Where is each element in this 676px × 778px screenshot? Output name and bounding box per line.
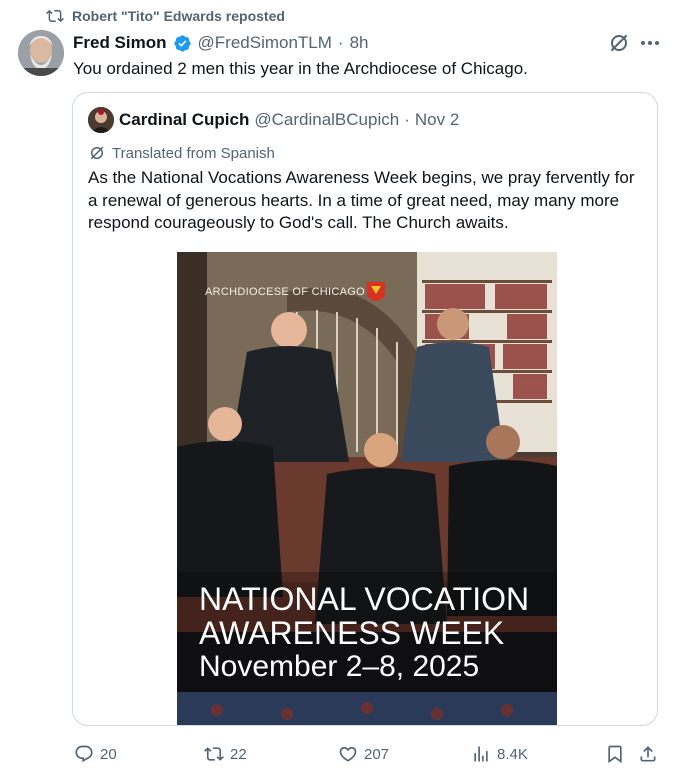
repost-count: 22	[230, 745, 247, 763]
quoted-tweet-card[interactable]: Cardinal Cupich @CardinalBCupich · Nov 2…	[72, 92, 658, 726]
header-separator: ·	[337, 33, 344, 52]
author-name[interactable]: Fred Simon	[73, 33, 167, 53]
tweet-text: You ordained 2 men this year in the Arch…	[73, 59, 528, 78]
repost-icon	[46, 9, 64, 23]
views-button[interactable]: 8.4K	[471, 736, 528, 772]
repost-indicator[interactable]: Robert "Tito" Edwards reposted	[46, 6, 285, 26]
grok-icon	[611, 35, 627, 51]
repost-button[interactable]: 22	[204, 736, 247, 772]
translated-indicator[interactable]: Translated from Spanish	[88, 143, 275, 163]
poster-dates: November 2–8, 2025	[199, 650, 480, 683]
repost-label: Robert "Tito" Edwards reposted	[72, 8, 285, 24]
bookmark-icon	[608, 745, 622, 764]
heart-icon	[339, 746, 357, 762]
action-bar: 20 22 207 8.4K	[0, 736, 676, 772]
quote-media-image[interactable]: ARCHDIOCESE OF CHICAGO NATIONAL VOCATION…	[177, 252, 557, 725]
like-button[interactable]: 207	[338, 736, 389, 772]
author-handle[interactable]: @FredSimonTLM	[198, 33, 332, 53]
poster-title-line2: AWARENESS WEEK	[199, 615, 505, 651]
quote-header: Cardinal Cupich @CardinalBCupich · Nov 2	[119, 110, 459, 130]
repost-icon	[204, 747, 224, 761]
avatar-image	[18, 30, 64, 76]
like-count: 207	[364, 745, 390, 763]
quote-author-handle[interactable]: @CardinalBCupich	[254, 110, 399, 130]
quote-text: As the National Vocations Awareness Week…	[88, 168, 635, 232]
views-icon	[474, 746, 488, 762]
tweet-time[interactable]: 8h	[350, 33, 369, 53]
quote-separator: ·	[404, 110, 410, 129]
reply-icon	[75, 745, 93, 763]
quote-avatar[interactable]	[88, 107, 114, 133]
share-icon	[640, 746, 656, 762]
poster-title-line1: NATIONAL VOCATION	[199, 581, 530, 617]
bookmark-button[interactable]	[605, 736, 625, 772]
tweet-header: Fred Simon @FredSimonTLM · 8h	[73, 32, 369, 54]
share-button[interactable]	[638, 736, 658, 772]
grok-button[interactable]	[607, 31, 631, 55]
reply-count: 20	[100, 745, 117, 763]
quote-date[interactable]: Nov 2	[415, 110, 459, 130]
more-icon	[641, 41, 659, 45]
translated-label: Translated from Spanish	[112, 144, 275, 162]
translate-icon	[91, 147, 103, 159]
views-count: 8.4K	[497, 745, 528, 763]
verified-badge-icon	[173, 34, 191, 52]
reply-button[interactable]: 20	[74, 736, 117, 772]
poster-org-label: ARCHDIOCESE OF CHICAGO	[205, 286, 366, 298]
avatar[interactable]	[18, 30, 64, 76]
more-options-button[interactable]	[638, 31, 662, 55]
quote-author-name[interactable]: Cardinal Cupich	[119, 110, 249, 130]
quote-avatar-image	[88, 107, 114, 133]
